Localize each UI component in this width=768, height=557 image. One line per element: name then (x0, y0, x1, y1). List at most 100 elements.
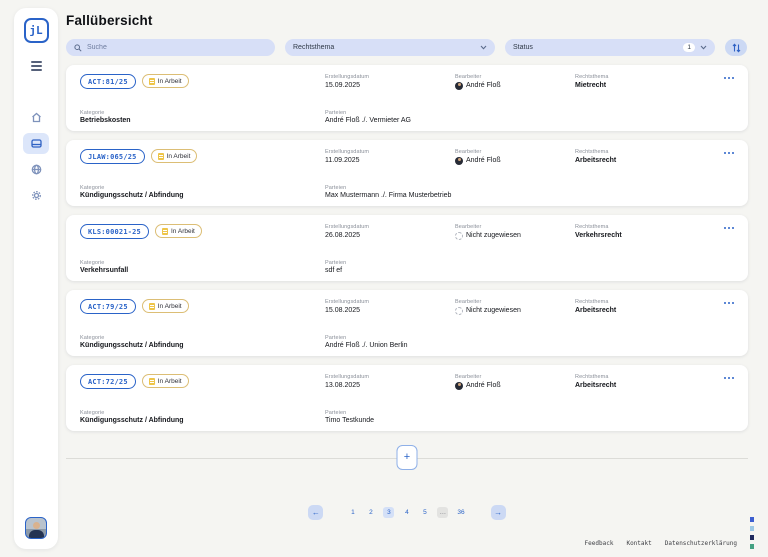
parteien-label: Parteien (325, 410, 455, 416)
hamburger-menu-icon[interactable] (31, 61, 42, 71)
bearbeiter-value: André Floß (466, 157, 501, 164)
add-case-divider: + (66, 445, 748, 471)
kategorie-label: Kategorie (80, 260, 325, 266)
footer-link-kontakt[interactable]: Kontakt (626, 540, 651, 547)
search-input[interactable] (87, 44, 267, 51)
status-text: In Arbeit (158, 378, 182, 385)
kategorie-label: Kategorie (80, 410, 325, 416)
square-lightblue (750, 526, 755, 531)
erstellungsdatum-value: 15.08.2025 (325, 307, 455, 314)
card-menu-button[interactable] (724, 374, 734, 410)
chevron-down-icon (480, 45, 487, 50)
pagination: ← 1 2 3 4 5 … 36 → (66, 505, 748, 520)
file-icon (158, 153, 164, 160)
erstellungsdatum-label: Erstellungsdatum (325, 374, 455, 380)
erstellungsdatum-label: Erstellungsdatum (325, 149, 455, 155)
status-badge: In Arbeit (142, 299, 189, 313)
file-icon (162, 228, 168, 235)
square-blue (750, 517, 755, 522)
case-card[interactable]: JLAW:065/25 In Arbeit KategorieKündigung… (66, 140, 748, 206)
bearbeiter-avatar-icon (455, 157, 463, 165)
parteien-value: sdf ef (325, 267, 455, 274)
sidebar-item-cases[interactable] (23, 133, 49, 154)
parteien-value: André Floß ./. Union Berlin (325, 342, 455, 349)
card-menu-button[interactable] (724, 149, 734, 185)
bearbeiter-label: Bearbeiter (455, 149, 575, 155)
gear-icon (30, 189, 43, 202)
sort-button[interactable] (725, 39, 747, 56)
sidebar-item-globe[interactable] (23, 159, 49, 180)
case-id-badge: ACT:79/25 (80, 299, 136, 314)
card-menu-button[interactable] (724, 74, 734, 110)
bearbeiter-label: Bearbeiter (455, 74, 575, 80)
rechtsthema-value: Verkehrsrecht (575, 232, 710, 239)
case-id-badge: ACT:81/25 (80, 74, 136, 89)
edge-widget-squares (750, 517, 755, 549)
parteien-value: Max Mustermann ./. Firma Musterbetrieb (325, 192, 455, 199)
card-menu-button[interactable] (724, 224, 734, 260)
card-menu-button[interactable] (724, 299, 734, 335)
kategorie-value: Kündigungsschutz / Abfindung (80, 417, 325, 424)
parteien-label: Parteien (325, 185, 455, 191)
page-title: Fallübersicht (66, 13, 748, 28)
case-id-badge: KLS:00021-25 (80, 224, 149, 239)
bearbeiter-avatar-icon (455, 382, 463, 390)
page-numbers: 1 2 3 4 5 … 36 (347, 507, 466, 518)
next-page-button[interactable]: → (491, 505, 506, 520)
main-content: Fallübersicht Rechtsthema Status 1 ACT:8… (66, 8, 748, 520)
status-text: In Arbeit (167, 153, 191, 160)
footer-link-datenschutz[interactable]: Datenschutzerklärung (665, 540, 737, 547)
case-card[interactable]: ACT:79/25 In Arbeit KategorieKündigungss… (66, 290, 748, 356)
kategorie-value: Verkehrsunfall (80, 267, 325, 274)
rechtsthema-value: Arbeitsrecht (575, 307, 710, 314)
erstellungsdatum-label: Erstellungsdatum (325, 299, 455, 305)
globe-icon (30, 163, 43, 176)
parteien-label: Parteien (325, 335, 455, 341)
rechtsthema-label: Rechtsthema (575, 224, 710, 230)
parteien-value: André Floß ./. Vermieter AG (325, 117, 455, 124)
bearbeiter-label: Bearbeiter (455, 299, 575, 305)
home-icon (30, 111, 43, 124)
app-logo[interactable]: jL (24, 18, 49, 43)
add-case-button[interactable]: + (397, 445, 418, 470)
page-button-3-active[interactable]: 3 (383, 507, 394, 518)
case-card[interactable]: ACT:72/25 In Arbeit KategorieKündigungss… (66, 365, 748, 431)
status-text: In Arbeit (158, 78, 182, 85)
page-button-4[interactable]: 4 (401, 507, 412, 518)
page-button-2[interactable]: 2 (365, 507, 376, 518)
status-text: In Arbeit (171, 228, 195, 235)
rechtsthema-select[interactable]: Rechtsthema (285, 39, 495, 56)
case-card[interactable]: KLS:00021-25 In Arbeit KategorieVerkehrs… (66, 215, 748, 281)
avatar-head (33, 522, 40, 529)
sort-arrows-icon (732, 43, 741, 53)
prev-page-button[interactable]: ← (308, 505, 323, 520)
parteien-value: Timo Testkunde (325, 417, 455, 424)
unassigned-icon (455, 232, 463, 240)
bearbeiter-label: Bearbeiter (455, 224, 575, 230)
bearbeiter-value: Nicht zugewiesen (466, 307, 521, 314)
erstellungsdatum-value: 13.08.2025 (325, 382, 455, 389)
rechtsthema-label: Rechtsthema (575, 374, 710, 380)
footer-links: Feedback Kontakt Datenschutzerklärung (585, 540, 737, 547)
user-avatar[interactable] (25, 517, 47, 539)
sidebar: jL (14, 8, 58, 549)
square-navy (750, 535, 755, 540)
kategorie-value: Betriebskosten (80, 117, 325, 124)
filter-bar: Rechtsthema Status 1 (66, 39, 748, 56)
sidebar-item-home[interactable] (23, 107, 49, 128)
case-card[interactable]: ACT:81/25 In Arbeit KategorieBetriebskos… (66, 65, 748, 131)
search-box[interactable] (66, 39, 275, 56)
rechtsthema-select-label: Rechtsthema (293, 44, 334, 51)
page-ellipsis: … (437, 507, 448, 518)
page-button-1[interactable]: 1 (347, 507, 358, 518)
footer-link-feedback[interactable]: Feedback (585, 540, 614, 547)
status-select[interactable]: Status 1 (505, 39, 715, 56)
file-icon (149, 303, 155, 310)
rechtsthema-label: Rechtsthema (575, 149, 710, 155)
search-icon (74, 44, 82, 52)
bearbeiter-value: Nicht zugewiesen (466, 232, 521, 239)
chevron-down-icon (700, 45, 707, 50)
page-button-last[interactable]: 36 (455, 507, 466, 518)
sidebar-item-settings[interactable] (23, 185, 49, 206)
page-button-5[interactable]: 5 (419, 507, 430, 518)
